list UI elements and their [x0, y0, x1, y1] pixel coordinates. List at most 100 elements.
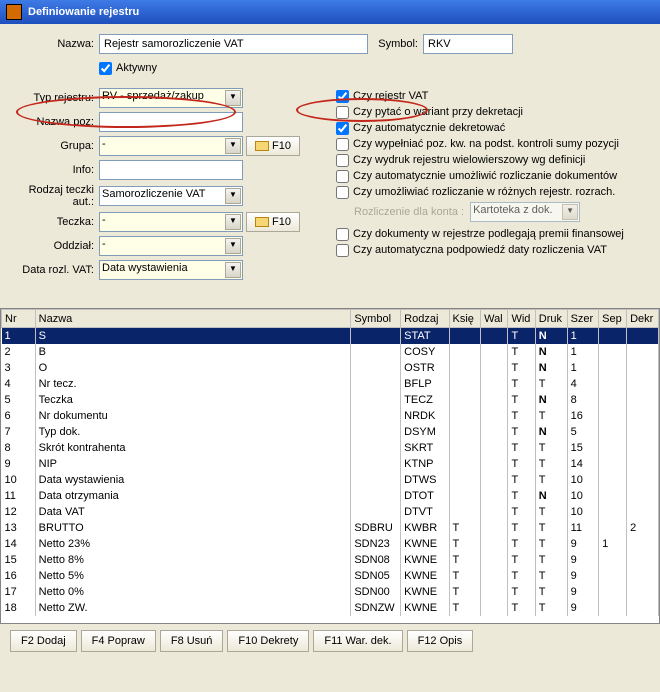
column-header[interactable]: Szer [567, 310, 599, 328]
chevron-down-icon[interactable]: ▼ [225, 214, 241, 230]
column-header[interactable]: Księ [449, 310, 481, 328]
column-header[interactable]: Nr [2, 310, 36, 328]
table-row[interactable]: 16Netto 5%SDN05KWNETTT9 [2, 568, 659, 584]
option-check[interactable]: Czy automatyczna podpowiedź daty rozlicz… [336, 244, 607, 257]
f12-opis-button[interactable]: F12 Opis [407, 630, 474, 652]
grid-table[interactable]: NrNazwaSymbolRodzajKsięWalWidDrukSzerSep… [0, 308, 660, 624]
label-typ-rejestru: Typ rejestru: [14, 92, 99, 104]
option-check[interactable]: Czy wypełniać poz. kw. na podst. kontrol… [336, 138, 619, 151]
oddzial-combo[interactable]: - ▼ [99, 236, 243, 256]
table-row[interactable]: 1SSTATTN1 [2, 328, 659, 344]
option-check[interactable]: Czy automatycznie dekretować [336, 122, 505, 135]
chevron-down-icon[interactable]: ▼ [225, 238, 241, 254]
column-header[interactable]: Dekr [627, 310, 659, 328]
nazwa-input[interactable] [99, 34, 368, 54]
chevron-down-icon[interactable]: ▼ [225, 262, 241, 278]
label-rozliczenie-konta: Rozliczenie dla konta : [336, 206, 470, 218]
table-row[interactable]: 7Typ dok.DSYMTN5 [2, 424, 659, 440]
f8-usun-button[interactable]: F8 Usuń [160, 630, 224, 652]
table-row[interactable]: 15Netto 8%SDN08KWNETTT9 [2, 552, 659, 568]
table-row[interactable]: 18Netto ZW.SDNZWKWNETTT9 [2, 600, 659, 616]
table-row[interactable]: 14Netto 23%SDN23KWNETTT91 [2, 536, 659, 552]
table-row[interactable]: 12Data VATDTVTTT10 [2, 504, 659, 520]
grupa-value: - [102, 138, 106, 150]
column-header[interactable]: Symbol [351, 310, 401, 328]
column-header[interactable]: Rodzaj [401, 310, 449, 328]
option-check[interactable]: Czy rejestr VAT [336, 90, 428, 103]
label-info: Info: [14, 164, 99, 176]
chevron-down-icon[interactable]: ▼ [225, 188, 241, 204]
option-label: Czy automatyczna podpowiedź daty rozlicz… [353, 244, 607, 256]
table-row[interactable]: 9NIPKTNPTT14 [2, 456, 659, 472]
option-check[interactable]: Czy wydruk rejestru wielowierszowy wg de… [336, 154, 585, 167]
label-grupa: Grupa: [14, 140, 99, 152]
label-oddzial: Oddział: [14, 240, 99, 252]
info-input[interactable] [99, 160, 243, 180]
label-nazwa: Nazwa: [14, 38, 99, 50]
column-header[interactable]: Nazwa [35, 310, 351, 328]
table-row[interactable]: 8Skrót kontrahentaSKRTTT15 [2, 440, 659, 456]
grupa-combo[interactable]: - ▼ [99, 136, 243, 156]
table-row[interactable]: 11Data otrzymaniaDTOTTN10 [2, 488, 659, 504]
column-header[interactable]: Wid [508, 310, 535, 328]
table-row[interactable]: 17Netto 0%SDN00KWNETTT9 [2, 584, 659, 600]
data-rozl-vat-value: Data wystawienia [102, 262, 188, 274]
f10-label: F10 [272, 216, 291, 228]
folder-icon [255, 141, 269, 151]
label-teczka: Teczka: [14, 216, 99, 228]
teczka-f10-button[interactable]: F10 [246, 212, 300, 232]
column-header[interactable]: Druk [535, 310, 567, 328]
teczka-value: - [102, 214, 106, 226]
table-row[interactable]: 2BCOSYTN1 [2, 344, 659, 360]
column-header[interactable]: Sep [599, 310, 627, 328]
chevron-down-icon[interactable]: ▼ [225, 90, 241, 106]
option-check[interactable]: Czy umożliwiać rozliczanie w różnych rej… [336, 186, 615, 199]
app-icon [6, 4, 22, 20]
rodzaj-teczki-value: Samorozliczenie VAT [102, 188, 206, 200]
option-label: Czy dokumenty w rejestrze podlegają prem… [353, 228, 624, 240]
grupa-f10-button[interactable]: F10 [246, 136, 300, 156]
data-rozl-vat-combo[interactable]: Data wystawienia ▼ [99, 260, 243, 280]
typ-rejestru-combo[interactable]: RV - sprzedaż/zakup ▼ [99, 88, 243, 108]
option-check[interactable]: Czy pytać o wariant przy dekretacji [336, 106, 523, 119]
option-check[interactable]: Czy automatycznie umożliwić rozliczanie … [336, 170, 617, 183]
aktywny-check-input[interactable] [99, 62, 112, 75]
option-check[interactable]: Czy dokumenty w rejestrze podlegają prem… [336, 228, 624, 241]
oddzial-value: - [102, 238, 106, 250]
typ-rejestru-value: RV - sprzedaż/zakup [102, 90, 204, 102]
f2-dodaj-button[interactable]: F2 Dodaj [10, 630, 77, 652]
right-options-panel: Czy rejestr VAT Czy pytać o wariant przy… [334, 88, 646, 258]
column-header[interactable]: Wal [481, 310, 508, 328]
titlebar: Definiowanie rejestru [0, 0, 660, 24]
f10-dekrety-button[interactable]: F10 Dekrety [227, 630, 309, 652]
f4-popraw-button[interactable]: F4 Popraw [81, 630, 156, 652]
rozliczenie-konto-combo: Kartoteka z dok.▼ [470, 202, 580, 222]
f10-label: F10 [272, 140, 291, 152]
window-title: Definiowanie rejestru [28, 6, 139, 18]
option-label: Czy umożliwiać rozliczanie w różnych rej… [353, 186, 615, 198]
form-area: Nazwa: Symbol: Aktywny Typ rejestru: RV … [0, 24, 660, 288]
table-row[interactable]: 6Nr dokumentuNRDKTT16 [2, 408, 659, 424]
teczka-combo[interactable]: - ▼ [99, 212, 243, 232]
label-rodzaj-teczki: Rodzaj teczki aut.: [14, 184, 99, 208]
option-label: Czy automatycznie umożliwić rozliczanie … [353, 170, 617, 182]
table-row[interactable]: 5TeczkaTECZTN8 [2, 392, 659, 408]
option-label: Czy wydruk rejestru wielowierszowy wg de… [353, 154, 585, 166]
folder-icon [255, 217, 269, 227]
button-bar: F2 Dodaj F4 Popraw F8 Usuń F10 Dekrety F… [0, 624, 660, 658]
f11-war-dek-button[interactable]: F11 War. dek. [313, 630, 402, 652]
aktywny-label: Aktywny [116, 62, 157, 74]
option-label: Czy rejestr VAT [353, 90, 428, 102]
chevron-down-icon[interactable]: ▼ [225, 138, 241, 154]
table-row[interactable]: 10Data wystawieniaDTWSTT10 [2, 472, 659, 488]
rodzaj-teczki-combo[interactable]: Samorozliczenie VAT ▼ [99, 186, 243, 206]
label-symbol: Symbol: [368, 38, 423, 50]
table-row[interactable]: 3OOSTRTN1 [2, 360, 659, 376]
table-row[interactable]: 4Nr tecz.BFLPTT4 [2, 376, 659, 392]
symbol-input[interactable] [423, 34, 513, 54]
aktywny-checkbox[interactable]: Aktywny [99, 62, 157, 75]
chevron-down-icon: ▼ [562, 204, 578, 220]
nazwa-poz-input[interactable] [99, 112, 243, 132]
option-label: Czy pytać o wariant przy dekretacji [353, 106, 523, 118]
table-row[interactable]: 13BRUTTOSDBRUKWBRTTT112 [2, 520, 659, 536]
